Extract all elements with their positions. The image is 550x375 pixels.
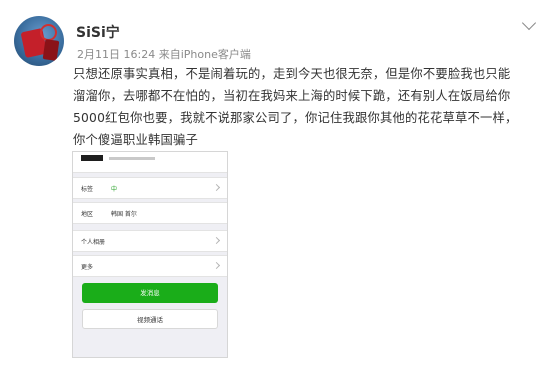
video-call-button: 视频通话	[82, 309, 218, 329]
chevron-right-icon	[212, 261, 221, 270]
row-label: 地区	[81, 211, 94, 218]
author-name[interactable]: SiSi宁	[76, 22, 120, 42]
chevron-down-icon[interactable]	[521, 15, 537, 31]
post-text: 只想还原事实真相，不是闹着玩的，走到今天也很无奈，但是你不要脸我也只能 溜溜你，…	[73, 63, 533, 151]
row-label: 个人相册	[81, 239, 106, 246]
row-value: 中	[111, 186, 118, 193]
post-date: 2月11日 16:24	[77, 48, 156, 61]
avatar-image-part	[42, 39, 60, 61]
screenshot-header	[73, 152, 227, 173]
chevron-right-icon	[212, 236, 221, 245]
post-text-line: 只想还原事实真相，不是闹着玩的，走到今天也很无奈，但是你不要脸我也只能	[73, 67, 511, 81]
send-message-button: 发消息	[82, 283, 218, 303]
post-text-line: 溜溜你，去哪都不在怕的，当初在我妈来上海的时候下跪，还有别人在饭局给你	[73, 89, 511, 103]
redacted-text	[109, 157, 155, 160]
screenshot-row-tag: 标签 中	[73, 177, 227, 199]
post-meta: 2月11日 16:24 来自iPhone客户端	[77, 46, 251, 62]
chevron-right-icon	[212, 183, 221, 192]
row-label: 标签	[81, 186, 94, 193]
avatar[interactable]	[14, 16, 64, 66]
screenshot-row-more: 更多	[73, 255, 227, 277]
screenshot-row-region: 地区 韩国 首尔	[73, 202, 227, 224]
avatar-image-part	[40, 24, 57, 41]
attached-image[interactable]: 标签 中 地区 韩国 首尔 个人相册 更多 发消息 视频通话	[72, 151, 228, 358]
screenshot-row-album: 个人相册	[73, 230, 227, 252]
post-source[interactable]: iPhone客户端	[181, 48, 251, 61]
row-value: 韩国 首尔	[111, 211, 137, 218]
source-prefix: 来自	[158, 48, 181, 61]
post-text-line: 你个傻逼职业韩国骗子	[73, 133, 198, 147]
post-text-line: 5000红包你也要，我就不说那家公司了，你记住我跟你其他的花花草草不一样，	[73, 111, 518, 125]
row-label: 更多	[81, 264, 94, 271]
redacted-text	[81, 155, 103, 161]
